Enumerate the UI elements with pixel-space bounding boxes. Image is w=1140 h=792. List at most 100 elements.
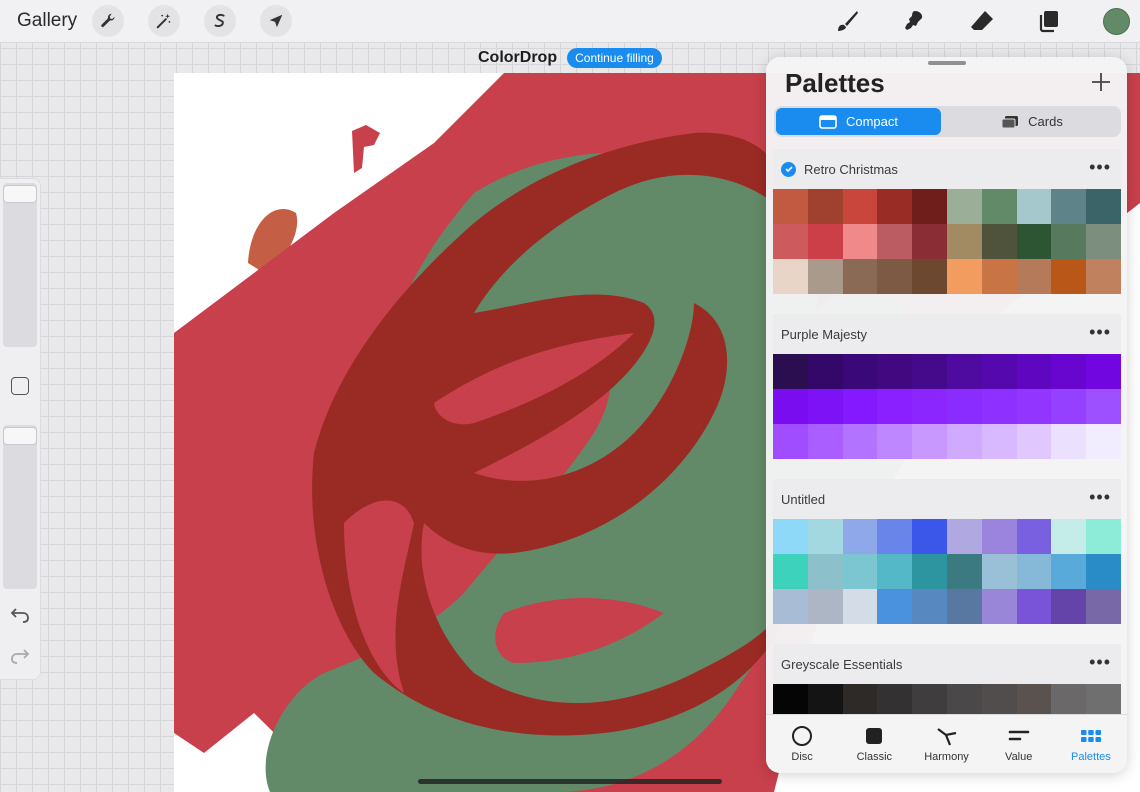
palette-header[interactable]: Purple Majesty ••• bbox=[773, 314, 1121, 354]
color-swatch[interactable] bbox=[773, 684, 808, 714]
color-swatch[interactable] bbox=[912, 554, 947, 589]
color-swatch[interactable] bbox=[946, 519, 982, 554]
color-swatch[interactable] bbox=[807, 189, 843, 224]
color-swatch[interactable] bbox=[773, 554, 808, 589]
color-swatch[interactable] bbox=[1016, 554, 1052, 589]
tab-classic[interactable]: Classic bbox=[838, 715, 910, 773]
color-swatch[interactable] bbox=[1016, 684, 1052, 714]
current-color-button[interactable] bbox=[1103, 8, 1130, 35]
color-swatch[interactable] bbox=[981, 354, 1017, 389]
compact-view-button[interactable]: Compact bbox=[776, 108, 941, 135]
transform-button[interactable] bbox=[260, 5, 292, 37]
color-swatch[interactable] bbox=[1086, 389, 1121, 424]
color-swatch[interactable] bbox=[877, 554, 913, 589]
color-swatch[interactable] bbox=[842, 224, 878, 259]
color-swatch[interactable] bbox=[981, 589, 1017, 624]
color-swatch[interactable] bbox=[1016, 189, 1052, 224]
modify-square-icon[interactable] bbox=[11, 377, 29, 395]
brush-size-thumb[interactable] bbox=[3, 185, 37, 203]
color-swatch[interactable] bbox=[1051, 224, 1087, 259]
color-swatch[interactable] bbox=[946, 224, 982, 259]
color-swatch[interactable] bbox=[1016, 424, 1052, 459]
color-swatch[interactable] bbox=[842, 354, 878, 389]
color-swatch[interactable] bbox=[773, 424, 808, 459]
color-swatch[interactable] bbox=[877, 189, 913, 224]
tab-harmony[interactable]: Harmony bbox=[910, 715, 982, 773]
undo-icon[interactable] bbox=[9, 603, 31, 625]
color-swatch[interactable] bbox=[807, 684, 843, 714]
tab-value[interactable]: Value bbox=[983, 715, 1055, 773]
color-swatch[interactable] bbox=[912, 589, 947, 624]
color-swatch[interactable] bbox=[1086, 519, 1121, 554]
color-swatch[interactable] bbox=[1051, 354, 1087, 389]
color-swatch[interactable] bbox=[773, 354, 808, 389]
color-swatch[interactable] bbox=[1016, 354, 1052, 389]
color-swatch[interactable] bbox=[1086, 189, 1121, 224]
adjustments-button[interactable] bbox=[148, 5, 180, 37]
palette-header[interactable]: Untitled ••• bbox=[773, 479, 1121, 519]
color-swatch[interactable] bbox=[981, 424, 1017, 459]
color-swatch[interactable] bbox=[842, 259, 878, 294]
color-swatch[interactable] bbox=[912, 224, 947, 259]
tab-palettes[interactable]: Palettes bbox=[1055, 715, 1127, 773]
color-swatch[interactable] bbox=[877, 589, 913, 624]
color-swatch[interactable] bbox=[1086, 224, 1121, 259]
color-swatch[interactable] bbox=[1016, 224, 1052, 259]
color-swatch[interactable] bbox=[842, 554, 878, 589]
opacity-slider[interactable] bbox=[3, 425, 37, 589]
brush-button[interactable] bbox=[832, 6, 862, 36]
color-swatch[interactable] bbox=[912, 354, 947, 389]
continue-filling-button[interactable]: Continue filling bbox=[567, 48, 662, 68]
color-swatch[interactable] bbox=[877, 259, 913, 294]
color-swatch[interactable] bbox=[1051, 259, 1087, 294]
eraser-button[interactable] bbox=[967, 6, 997, 36]
color-swatch[interactable] bbox=[1051, 519, 1087, 554]
color-swatch[interactable] bbox=[807, 224, 843, 259]
color-swatch[interactable] bbox=[877, 684, 913, 714]
color-swatch[interactable] bbox=[842, 189, 878, 224]
color-swatch[interactable] bbox=[877, 354, 913, 389]
color-swatch[interactable] bbox=[1016, 259, 1052, 294]
color-swatch[interactable] bbox=[877, 424, 913, 459]
color-swatch[interactable] bbox=[773, 589, 808, 624]
color-swatch[interactable] bbox=[981, 224, 1017, 259]
color-swatch[interactable] bbox=[807, 259, 843, 294]
color-swatch[interactable] bbox=[912, 259, 947, 294]
brush-size-slider[interactable] bbox=[3, 183, 37, 347]
color-swatch[interactable] bbox=[842, 684, 878, 714]
color-swatch[interactable] bbox=[981, 189, 1017, 224]
selection-button[interactable] bbox=[204, 5, 236, 37]
color-swatch[interactable] bbox=[1086, 354, 1121, 389]
color-swatch[interactable] bbox=[1086, 259, 1121, 294]
color-swatch[interactable] bbox=[912, 189, 947, 224]
panel-grabber[interactable] bbox=[928, 61, 966, 65]
color-swatch[interactable] bbox=[1086, 684, 1121, 714]
color-swatch[interactable] bbox=[981, 259, 1017, 294]
color-swatch[interactable] bbox=[981, 684, 1017, 714]
more-options-icon[interactable]: ••• bbox=[1089, 158, 1111, 176]
color-swatch[interactable] bbox=[877, 389, 913, 424]
color-swatch[interactable] bbox=[842, 424, 878, 459]
color-swatch[interactable] bbox=[807, 589, 843, 624]
color-swatch[interactable] bbox=[981, 519, 1017, 554]
palette-header[interactable]: Greyscale Essentials ••• bbox=[773, 644, 1121, 684]
color-swatch[interactable] bbox=[946, 424, 982, 459]
more-options-icon[interactable]: ••• bbox=[1089, 653, 1111, 671]
color-swatch[interactable] bbox=[946, 684, 982, 714]
color-swatch[interactable] bbox=[946, 189, 982, 224]
color-swatch[interactable] bbox=[946, 354, 982, 389]
color-swatch[interactable] bbox=[981, 554, 1017, 589]
color-swatch[interactable] bbox=[773, 224, 808, 259]
color-swatch[interactable] bbox=[1051, 589, 1087, 624]
add-palette-icon[interactable] bbox=[1089, 70, 1113, 94]
gallery-button[interactable]: Gallery bbox=[17, 10, 77, 32]
color-swatch[interactable] bbox=[946, 389, 982, 424]
opacity-thumb[interactable] bbox=[3, 427, 37, 445]
color-swatch[interactable] bbox=[773, 389, 808, 424]
color-swatch[interactable] bbox=[912, 519, 947, 554]
color-swatch[interactable] bbox=[1016, 389, 1052, 424]
layers-button[interactable] bbox=[1034, 6, 1064, 36]
more-options-icon[interactable]: ••• bbox=[1089, 323, 1111, 341]
smudge-button[interactable] bbox=[899, 6, 929, 36]
color-swatch[interactable] bbox=[1086, 554, 1121, 589]
